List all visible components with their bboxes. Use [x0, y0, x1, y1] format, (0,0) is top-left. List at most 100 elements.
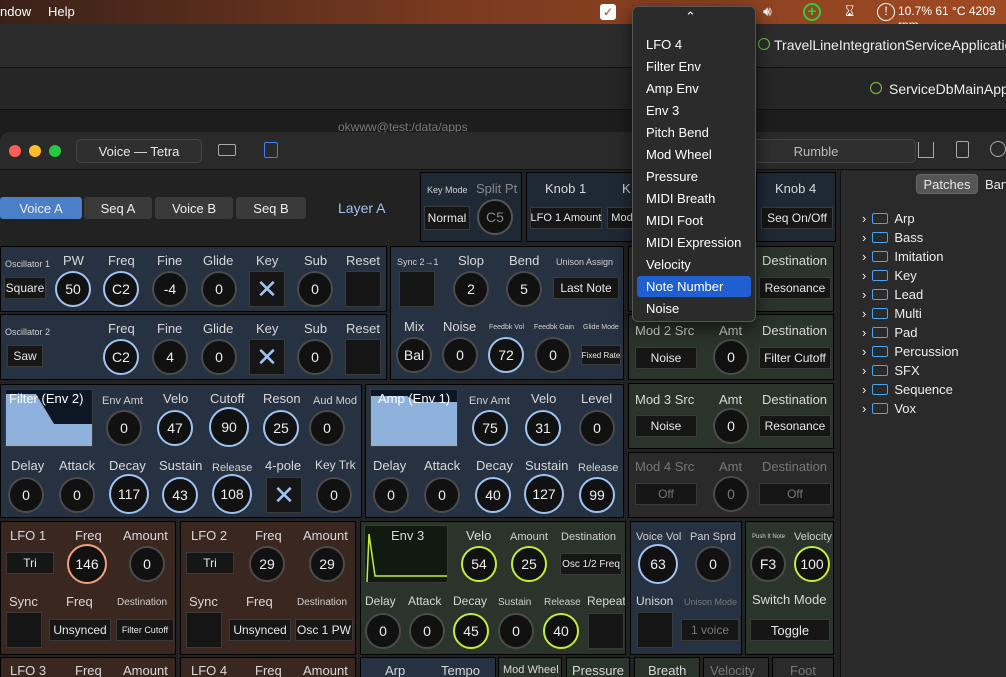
split-point-knob[interactable]: C5 [477, 199, 513, 235]
filter-release-knob[interactable]: 108 [212, 474, 252, 514]
minimize-button[interactable] [29, 145, 41, 157]
sync-toggle[interactable] [399, 271, 435, 307]
lfo2-dest-select[interactable]: Osc 1 PW [295, 619, 353, 641]
close-button[interactable] [9, 145, 21, 157]
amp-release-knob[interactable]: 99 [579, 477, 615, 513]
filter-sustain-knob[interactable]: 43 [162, 477, 198, 513]
osc1-reset-toggle[interactable] [345, 271, 381, 307]
env3-release-knob[interactable]: 40 [543, 613, 579, 649]
menu-item-midi-expression[interactable]: MIDI Expression [637, 232, 751, 253]
osc2-freq-knob[interactable]: C2 [103, 339, 139, 375]
env3-dest-select[interactable]: Osc 1/2 Freq [560, 553, 622, 575]
osc1-glide-knob[interactable]: 0 [201, 271, 237, 307]
folder-lead[interactable]: › Lead [862, 287, 923, 302]
amp-env-amt-knob[interactable]: 75 [472, 410, 508, 446]
amp-level-knob[interactable]: 0 [579, 410, 615, 446]
filter-attack-knob[interactable]: 0 [59, 477, 95, 513]
menu-window[interactable]: ndow [0, 4, 31, 19]
document-icon[interactable] [956, 141, 969, 158]
amp-decay-knob[interactable]: 40 [475, 477, 511, 513]
folder-arp[interactable]: › Arp [862, 211, 915, 226]
keyboard-icon[interactable] [218, 144, 236, 156]
folder-pad[interactable]: › Pad [862, 325, 917, 340]
bend-knob[interactable]: 5 [506, 271, 542, 307]
env3-amount-knob[interactable]: 25 [511, 546, 547, 582]
mod3-amt-knob[interactable]: 0 [713, 408, 749, 444]
checkbox-status-icon[interactable]: ✓ [600, 4, 616, 20]
voice-vol-knob[interactable]: 63 [638, 544, 678, 584]
filter-velo-knob[interactable]: 47 [157, 410, 193, 446]
knob-4-select[interactable]: Seq On/Off [761, 207, 833, 229]
background-window-1[interactable]: TravelLineIntegrationServiceApplication [0, 24, 1006, 68]
menu-item-filter-env[interactable]: Filter Env [637, 56, 751, 77]
menu-item-env-3[interactable]: Env 3 [637, 100, 751, 121]
menu-item-note-number[interactable]: Note Number [637, 276, 751, 297]
scroll-up-chevron-icon[interactable]: ⌃ [685, 9, 696, 25]
mix-knob[interactable]: Bal [396, 337, 432, 373]
copy-icon[interactable] [264, 142, 278, 158]
volume-icon[interactable]: 🔊︎ [763, 3, 772, 20]
tab-velocity[interactable]: Velocity [703, 657, 769, 677]
zoom-button[interactable] [49, 145, 61, 157]
menu-item-mod-wheel[interactable]: Mod Wheel [637, 144, 751, 165]
hourglass-icon[interactable]: ⌛︎ [845, 3, 854, 20]
env3-delay-knob[interactable]: 0 [365, 613, 401, 649]
folder-key[interactable]: › Key [862, 268, 917, 283]
feedback-gain-knob[interactable]: 0 [535, 337, 571, 373]
folder-bass[interactable]: › Bass [862, 230, 923, 245]
mod4-dest-select[interactable]: Off [759, 483, 831, 505]
amp-delay-knob[interactable]: 0 [373, 477, 409, 513]
lfo2-amount-knob[interactable]: 29 [309, 546, 345, 582]
unison-assign-select[interactable]: Last Note [553, 277, 619, 299]
menu-item-midi-breath[interactable]: MIDI Breath [637, 188, 751, 209]
filter-aud-mod-knob[interactable]: 0 [309, 410, 345, 446]
feedback-vol-knob[interactable]: 72 [488, 337, 524, 373]
env3-repeat-toggle[interactable] [588, 613, 624, 649]
lfo1-shape-select[interactable]: Tri [6, 552, 54, 574]
thermometer-icon[interactable]: ! [877, 3, 895, 21]
lfo2-freq-knob[interactable]: 29 [249, 546, 285, 582]
folder-imitation[interactable]: › Imitation [862, 249, 943, 264]
osc1-freq-knob[interactable]: C2 [103, 271, 139, 307]
glide-mode-select[interactable]: Fixed Rate [581, 345, 621, 365]
slop-knob[interactable]: 2 [453, 271, 489, 307]
lfo1-sync-toggle[interactable] [6, 612, 42, 648]
menu-help[interactable]: Help [48, 4, 75, 19]
filter-key-track-knob[interactable]: 0 [316, 477, 352, 513]
mod3-src-select[interactable]: Noise [635, 415, 697, 437]
tab-seq-a[interactable]: Seq A [84, 197, 152, 219]
lfo1-dest-select[interactable]: Filter Cutoff [116, 619, 174, 641]
env3-velo-knob[interactable]: 54 [461, 546, 497, 582]
env3-decay-knob[interactable]: 45 [453, 613, 489, 649]
env3-sustain-knob[interactable]: 0 [498, 613, 534, 649]
osc1-key-toggle[interactable]: ✕ [249, 271, 285, 307]
tab-mod-wheel[interactable]: Mod Wheel [498, 657, 562, 677]
amp-attack-knob[interactable]: 0 [424, 477, 460, 513]
lfo1-freq-mode-select[interactable]: Unsynced [49, 619, 111, 641]
unison-toggle[interactable] [637, 612, 673, 648]
osc2-reset-toggle[interactable] [345, 339, 381, 375]
folder-percussion[interactable]: › Percussion [862, 344, 959, 359]
tab-voice-b[interactable]: Voice B [155, 197, 233, 219]
tab-voice-a[interactable]: Voice A [0, 197, 82, 219]
osc2-key-toggle[interactable]: ✕ [249, 339, 285, 375]
menu-item-lfo-4[interactable]: LFO 4 [637, 34, 751, 55]
lfo1-freq-knob[interactable]: 146 [67, 544, 107, 584]
filter-reson-knob[interactable]: 25 [263, 410, 299, 446]
osc1-fine-knob[interactable]: -4 [152, 271, 188, 307]
background-window-3[interactable]: okwww@test:/data/apps [0, 110, 1006, 134]
noise-knob[interactable]: 0 [442, 337, 478, 373]
pan-spread-knob[interactable]: 0 [695, 546, 731, 582]
osc1-pw-knob[interactable]: 50 [55, 271, 91, 307]
lfo1-amount-knob[interactable]: 0 [129, 546, 165, 582]
menu-item-pressure[interactable]: Pressure [637, 166, 751, 187]
amp-velo-knob[interactable]: 31 [525, 410, 561, 446]
menu-item-amp-env[interactable]: Amp Env [637, 78, 751, 99]
switch-mode-select[interactable]: Toggle [750, 619, 830, 641]
folder-vox[interactable]: › Vox [862, 401, 916, 416]
osc2-fine-knob[interactable]: 4 [152, 339, 188, 375]
tab-breath[interactable]: Breath [634, 657, 700, 677]
env3-attack-knob[interactable]: 0 [409, 613, 445, 649]
mod2-amt-knob[interactable]: 0 [713, 339, 749, 375]
menu-item-midi-foot[interactable]: MIDI Foot [637, 210, 751, 231]
